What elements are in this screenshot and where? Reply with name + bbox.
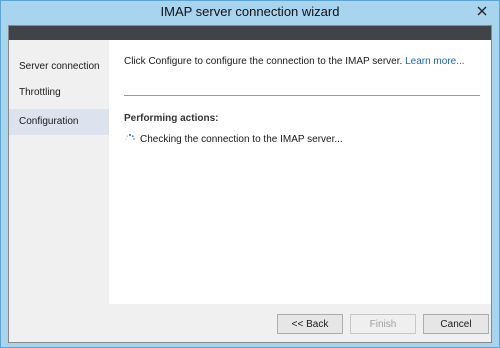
performing-heading: Performing actions: [124, 113, 219, 124]
window-title: IMAP server connection wizard [160, 4, 340, 19]
action-text: Checking the connection to the IMAP serv… [140, 133, 343, 145]
intro-line: Click Configure to configure the connect… [124, 56, 465, 67]
back-button[interactable]: << Back [277, 314, 343, 334]
cancel-button[interactable]: Cancel [423, 314, 489, 334]
divider [124, 95, 480, 96]
wizard-steps-sidebar: Server connection Throttling Configurati… [9, 40, 109, 304]
action-status: Checking the connection to the IMAP serv… [124, 133, 343, 145]
title-bar: IMAP server connection wizard [1, 1, 499, 25]
step-label: Throttling [19, 87, 61, 98]
spinner-icon [125, 134, 135, 140]
step-server-connection[interactable]: Server connection [9, 54, 109, 80]
step-throttling[interactable]: Throttling [9, 80, 109, 106]
step-configuration[interactable]: Configuration [9, 109, 109, 135]
close-button[interactable] [468, 2, 496, 20]
intro-text: Click Configure to configure the connect… [124, 56, 403, 67]
step-label: Configuration [19, 116, 79, 127]
step-label: Server connection [19, 61, 100, 72]
button-bar: << Back Finish Cancel [9, 304, 491, 342]
header-band [9, 26, 491, 40]
close-icon [477, 6, 487, 16]
finish-button[interactable]: Finish [350, 314, 416, 334]
main-content: Click Configure to configure the connect… [109, 40, 491, 304]
learn-more-link[interactable]: Learn more... [405, 56, 464, 67]
wizard-body: Server connection Throttling Configurati… [8, 25, 492, 343]
wizard-window: IMAP server connection wizard Server con… [0, 0, 500, 348]
